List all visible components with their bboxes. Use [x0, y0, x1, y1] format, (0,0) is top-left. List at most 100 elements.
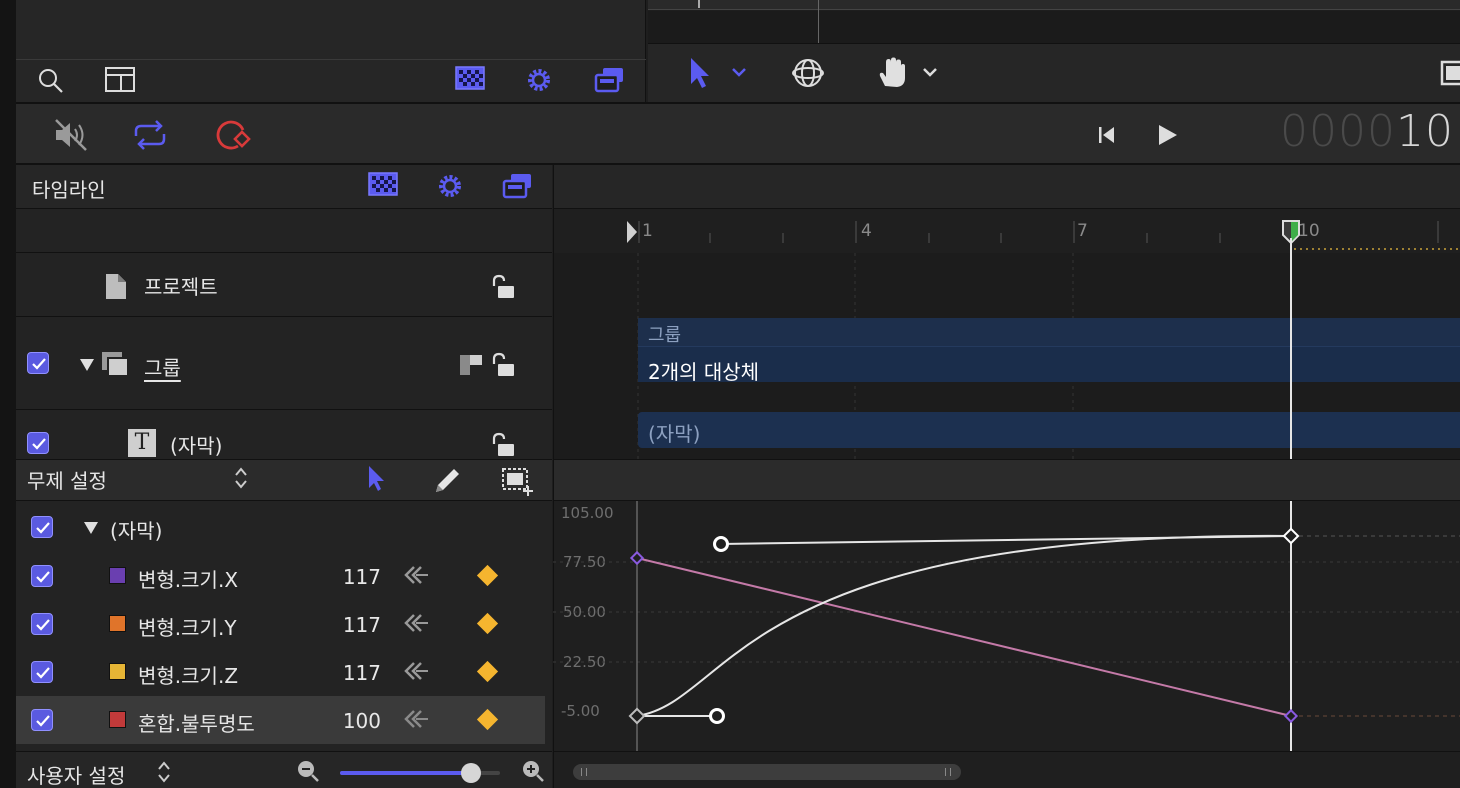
- param-disclosure-triangle-icon[interactable]: [83, 521, 99, 535]
- param-checkbox[interactable]: [31, 613, 53, 635]
- chevron-down-icon[interactable]: [731, 66, 747, 78]
- param-value[interactable]: 100: [311, 709, 381, 733]
- group-clip-label: 그룹: [648, 325, 682, 346]
- caption-lock-icon[interactable]: [489, 432, 517, 458]
- blend-mode-icon[interactable]: [458, 352, 484, 378]
- ruler-tick-10: 10: [1298, 221, 1320, 241]
- layer-row-caption[interactable]: [16, 411, 552, 459]
- ruler-tick-1: 1: [642, 221, 653, 241]
- text-layer-icon: T: [128, 429, 156, 457]
- lock-icon[interactable]: [489, 274, 517, 300]
- param-row[interactable]: 변형.크기.X 117: [16, 552, 552, 600]
- param-name: 변형.크기.Y: [138, 616, 237, 640]
- keyframe-diamond-icon[interactable]: [476, 708, 499, 731]
- caption-checkbox[interactable]: [27, 432, 49, 454]
- keyframe-diamond-icon[interactable]: [476, 660, 499, 683]
- updown-chevron-icon[interactable]: [233, 466, 249, 490]
- timeline-title: 타임라인: [32, 178, 106, 202]
- keyframe-diamond-icon[interactable]: [476, 612, 499, 635]
- timecode-display[interactable]: 000010: [1280, 106, 1454, 157]
- pencil-icon[interactable]: [432, 464, 464, 496]
- timeline-layers-icon[interactable]: [502, 172, 534, 200]
- timeline-gear-icon[interactable]: [436, 172, 464, 200]
- zoom-out-icon[interactable]: [296, 759, 320, 783]
- param-checkbox[interactable]: [31, 661, 53, 683]
- param-parent-label: (자막): [110, 519, 163, 543]
- timecode-dim: 0000: [1280, 106, 1396, 157]
- group-checkbox[interactable]: [27, 352, 49, 374]
- timeline-checkerboard-icon[interactable]: [368, 172, 398, 198]
- param-name: 변형.크기.X: [138, 568, 239, 592]
- footer-updown-chevron-icon[interactable]: [156, 760, 172, 784]
- layer-group-label: 그룹: [144, 356, 181, 380]
- layers-icon[interactable]: [594, 66, 626, 94]
- param-checkbox[interactable]: [31, 709, 53, 731]
- param-row-selected[interactable]: 혼합.불투명도 100: [16, 696, 545, 744]
- previous-keyframe-icon[interactable]: [404, 612, 430, 634]
- param-color-swatch: [109, 567, 126, 584]
- play-button[interactable]: [1156, 122, 1180, 148]
- curve-canvas: [553, 501, 1460, 751]
- param-color-swatch: [109, 615, 126, 632]
- param-checkbox[interactable]: [31, 565, 53, 587]
- mute-icon[interactable]: [52, 118, 92, 152]
- timeline-blank-row: [16, 209, 552, 253]
- layer-project-label: 프로젝트: [144, 275, 218, 299]
- scrollbar-left-grip[interactable]: [581, 768, 587, 776]
- keyframe-diamond-icon[interactable]: [476, 564, 499, 587]
- param-value[interactable]: 117: [311, 613, 381, 637]
- param-value[interactable]: 117: [311, 565, 381, 589]
- param-name: 혼합.불투명도: [138, 712, 255, 736]
- zoom-in-icon[interactable]: [521, 759, 545, 783]
- record-keyframe-icon[interactable]: [212, 116, 254, 154]
- param-value[interactable]: 117: [311, 661, 381, 685]
- timecode-bright: 10: [1395, 106, 1454, 157]
- select-arrow-icon[interactable]: [688, 56, 712, 90]
- go-to-start-button[interactable]: [1096, 124, 1118, 146]
- document-icon: [104, 272, 128, 300]
- scrollbar-right-grip[interactable]: [945, 768, 951, 776]
- hand-chevron-icon[interactable]: [922, 66, 938, 78]
- orbit-icon[interactable]: [790, 56, 826, 90]
- caption-clip[interactable]: (자막): [638, 412, 1460, 448]
- ruler-tick-7: 7: [1077, 221, 1088, 241]
- top-left-divider: [16, 59, 646, 60]
- search-icon[interactable]: [36, 66, 64, 94]
- layer-row-project[interactable]: [16, 253, 552, 317]
- previous-keyframe-icon[interactable]: [404, 708, 430, 730]
- group-clip-body: [638, 346, 1460, 382]
- param-parent-checkbox[interactable]: [31, 516, 53, 538]
- zoom-slider-fill: [340, 771, 472, 775]
- group-clip[interactable]: 그룹 2개의 대상체: [638, 318, 1460, 384]
- timeline-ruler[interactable]: [553, 209, 1460, 253]
- previous-keyframe-icon[interactable]: [404, 660, 430, 682]
- group-icon: [100, 350, 132, 380]
- param-row[interactable]: 변형.크기.Y 117: [16, 600, 552, 648]
- loop-icon[interactable]: [130, 118, 170, 152]
- checkerboard-icon[interactable]: [455, 66, 485, 92]
- zoom-slider[interactable]: [340, 763, 500, 783]
- marquee-add-icon[interactable]: [500, 466, 534, 496]
- disclosure-triangle-icon[interactable]: [79, 358, 95, 372]
- canvas-toolbar: [648, 43, 1460, 102]
- previous-keyframe-icon[interactable]: [404, 564, 430, 586]
- top-right-timeline-strip: [648, 11, 1460, 43]
- horizontal-scrollbar[interactable]: [573, 764, 961, 780]
- top-right-strip: [648, 0, 1460, 10]
- param-color-swatch: [109, 711, 126, 728]
- keyframe-select-arrow-icon[interactable]: [366, 464, 386, 492]
- caption-clip-label: (자막): [648, 422, 701, 446]
- keyframe-menu-label[interactable]: 무제 설정: [27, 465, 107, 494]
- timeline-header-right: [553, 165, 1460, 209]
- footer-menu-label[interactable]: 사용자 설정: [27, 760, 125, 788]
- hand-icon[interactable]: [876, 56, 908, 90]
- param-row[interactable]: 변형.크기.Z 117: [16, 648, 552, 696]
- top-right-playhead: [818, 0, 819, 43]
- playhead-line: [1290, 238, 1292, 459]
- layer-caption-label: (자막): [170, 434, 223, 458]
- view-layout-icon[interactable]: [1440, 60, 1460, 86]
- group-lock-icon[interactable]: [489, 352, 517, 378]
- layout-icon[interactable]: [104, 66, 136, 94]
- gear-icon[interactable]: [525, 66, 553, 94]
- group-clip-summary: 2개의 대상체: [648, 360, 760, 384]
